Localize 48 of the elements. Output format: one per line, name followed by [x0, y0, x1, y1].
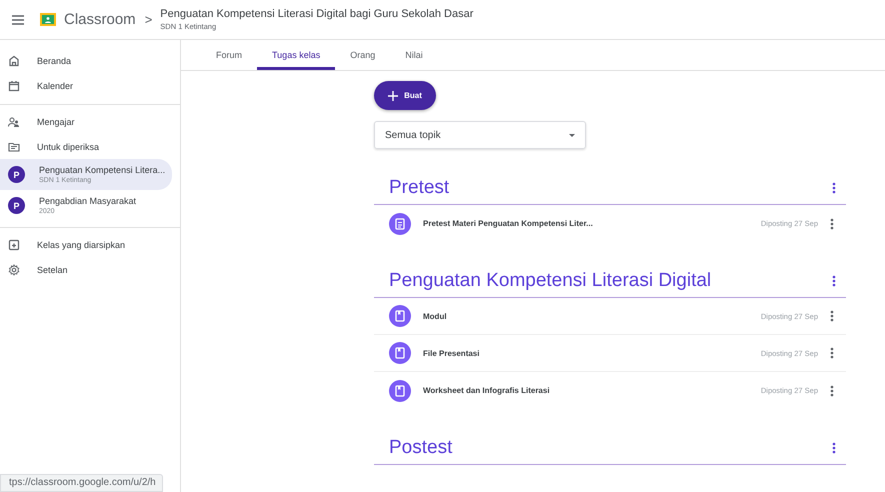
item-title: Modul: [423, 312, 448, 320]
settings-icon: [8, 264, 20, 276]
nav-item[interactable]: Beranda: [0, 48, 172, 73]
breadcrumb-separator: >: [144, 12, 152, 27]
more-icon[interactable]: [830, 218, 834, 230]
topic-dropdown[interactable]: Semua topik: [374, 121, 586, 149]
more-icon[interactable]: [830, 310, 834, 322]
class-avatar: P: [8, 166, 25, 183]
item-title: Pretest Materi Penguatan Kompetensi Liter...: [423, 219, 594, 228]
more-icon[interactable]: [830, 347, 834, 359]
book-icon: [389, 305, 411, 327]
item-title: Worksheet dan Infografis Literasi: [423, 386, 551, 395]
tab[interactable]: Forum: [201, 40, 258, 70]
class-name: Penguatan Kompetensi Litera...: [39, 165, 166, 175]
topic-title: Postest: [389, 436, 452, 458]
nav-item[interactable]: Untuk diperiksa: [0, 134, 172, 159]
home-icon: [8, 54, 20, 66]
more-icon[interactable]: [832, 182, 836, 194]
plus-icon: [388, 90, 398, 100]
class-avatar: P: [8, 197, 25, 214]
app-name[interactable]: Classroom: [64, 11, 136, 28]
dropdown-caret-icon: [569, 134, 575, 136]
status-url: tps://classroom.google.com/u/2/h: [0, 474, 163, 492]
nav-item[interactable]: Mengajar: [0, 109, 172, 134]
item-title: File Presentasi: [423, 348, 480, 358]
classroom-logo-icon: [40, 13, 56, 26]
book-icon: [389, 380, 411, 402]
calendar-icon: [8, 80, 20, 92]
tab[interactable]: Tugas kelas: [257, 40, 336, 70]
book-icon: [389, 342, 411, 364]
assignment-icon: [389, 212, 411, 234]
class-name: Pengabdian Masyarakat: [39, 196, 136, 206]
archive-icon: [8, 238, 20, 250]
tab[interactable]: Orang: [335, 40, 390, 70]
topic-title: Pretest: [389, 176, 450, 198]
folder-icon: [8, 140, 20, 152]
nav-item[interactable]: Setelan: [0, 257, 172, 282]
more-icon[interactable]: [832, 442, 836, 454]
nav-item[interactable]: Kelas yang diarsipkan: [0, 232, 172, 257]
topic-title: Penguatan Kompetensi Literasi Digital: [389, 270, 712, 292]
menu-icon[interactable]: [12, 14, 24, 24]
class-title: Penguatan Kompetensi Literasi Digital bagi Guru Sekolah Dasar: [160, 8, 474, 20]
more-icon[interactable]: [830, 384, 834, 396]
tab[interactable]: Nilai: [390, 40, 438, 70]
nav-item[interactable]: Kalender: [0, 73, 172, 98]
people-icon: [8, 116, 20, 128]
create-button[interactable]: Buat: [374, 81, 436, 110]
more-icon[interactable]: [832, 274, 836, 286]
